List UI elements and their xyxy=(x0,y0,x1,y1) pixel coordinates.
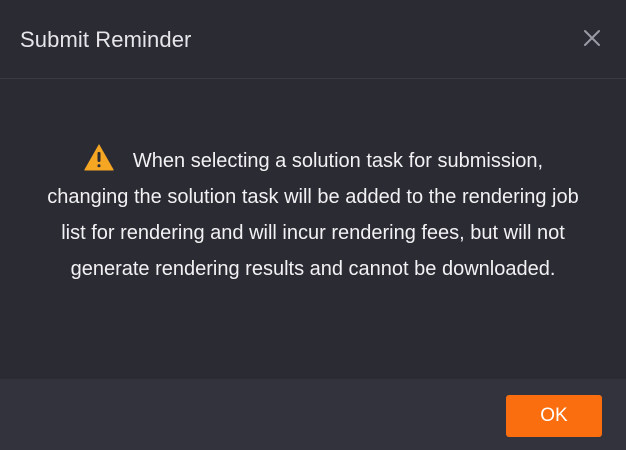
dialog-message-text: When selecting a solution task for submi… xyxy=(47,150,579,280)
dialog-footer: OK xyxy=(0,379,626,450)
dialog-message: When selecting a solution task for submi… xyxy=(40,142,586,287)
submit-reminder-dialog: Submit Reminder When selecting a solutio… xyxy=(0,0,626,450)
dialog-header: Submit Reminder xyxy=(0,0,626,79)
dialog-title: Submit Reminder xyxy=(20,27,192,52)
ok-button[interactable]: OK xyxy=(506,395,602,437)
dialog-body: When selecting a solution task for submi… xyxy=(0,80,626,379)
close-icon xyxy=(584,30,600,46)
close-button[interactable] xyxy=(578,24,606,52)
warning-triangle-icon xyxy=(84,144,114,171)
